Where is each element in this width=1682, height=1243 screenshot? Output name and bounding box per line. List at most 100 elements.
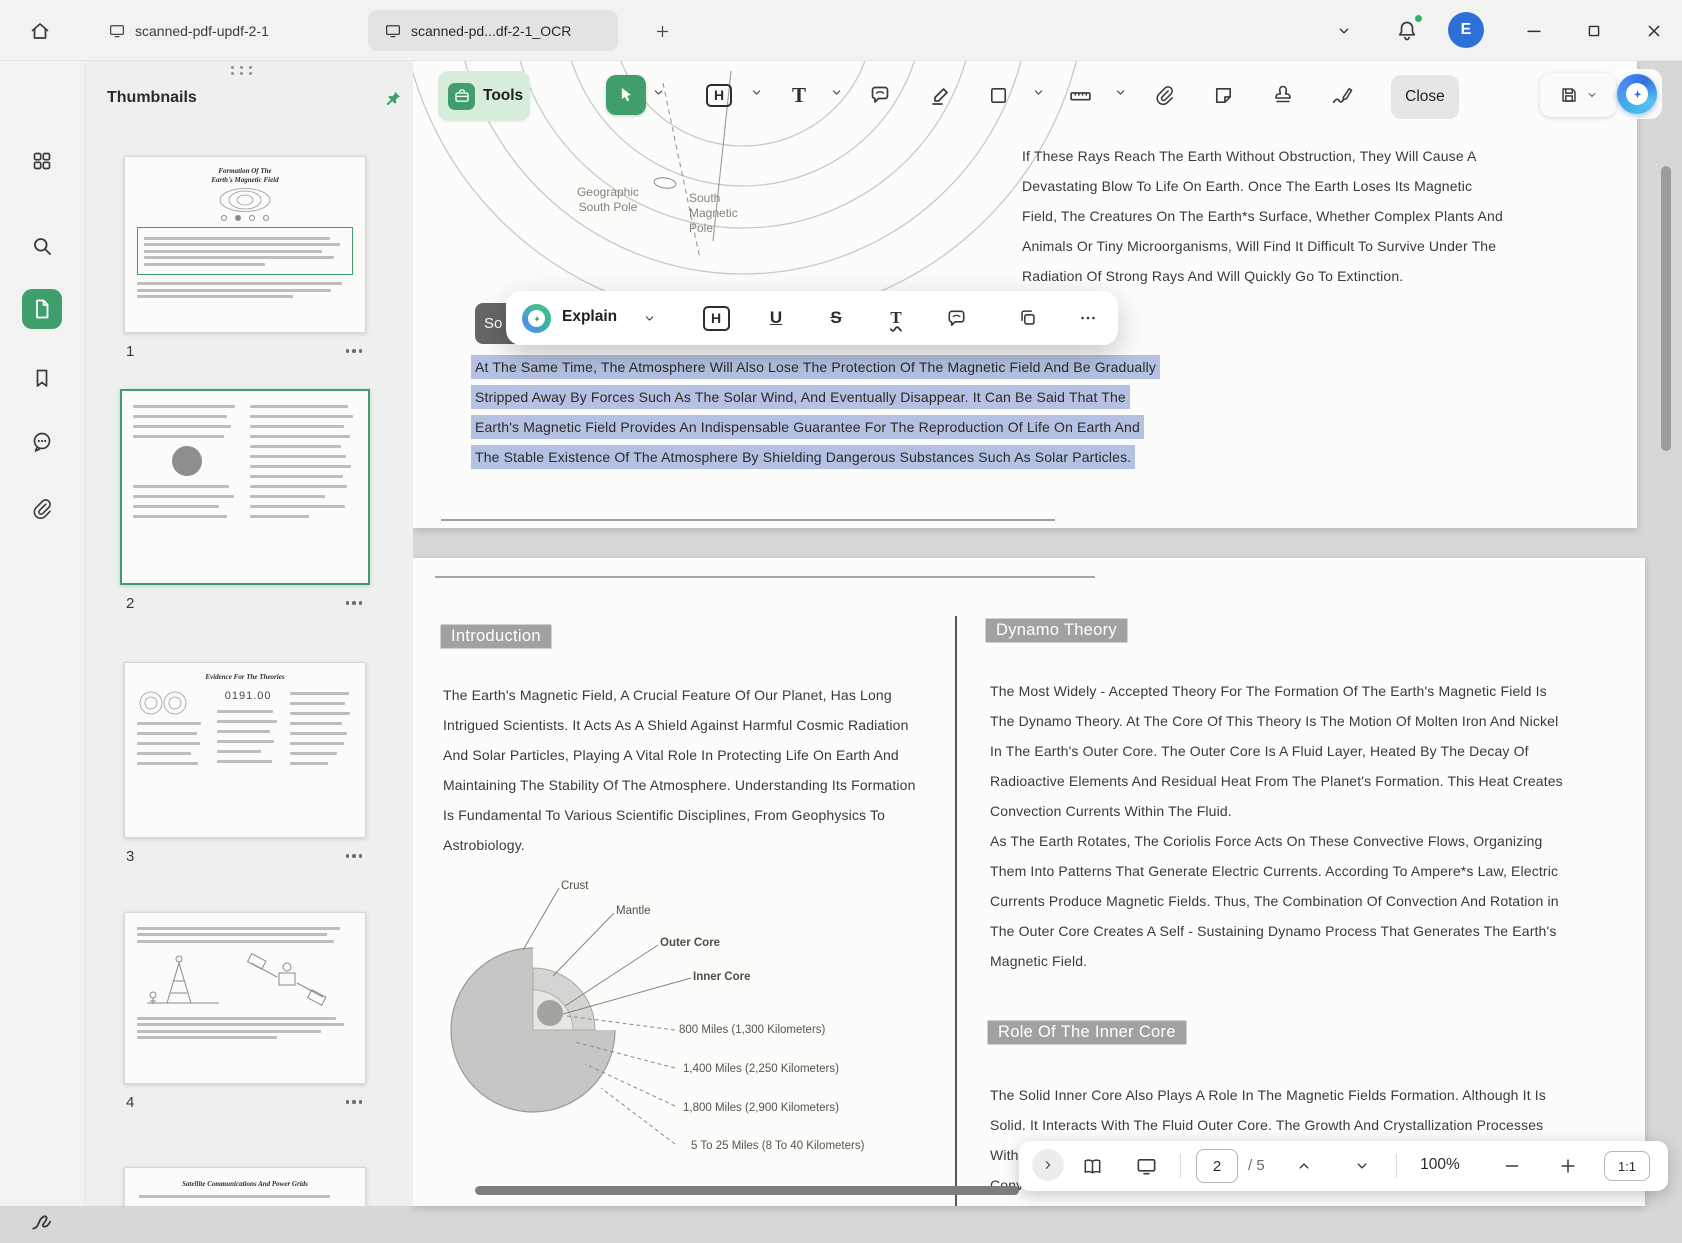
pole-label-south-magnetic: SouthMagneticPole <box>689 191 738 236</box>
thumbnail-page-4[interactable] <box>124 912 366 1084</box>
bookmarks-button[interactable] <box>20 356 64 400</box>
document-tab-1[interactable]: scanned-pdf-updf-2-1 <box>92 10 354 51</box>
underline-icon: U <box>770 308 782 328</box>
select-tool-button[interactable] <box>606 75 646 115</box>
page-thumbnails-button-active[interactable] <box>22 289 62 329</box>
home-button[interactable] <box>18 10 62 52</box>
chevron-down-icon <box>829 85 844 100</box>
zoom-out-button[interactable] <box>1496 1150 1528 1182</box>
screen-icon <box>1135 1155 1158 1178</box>
chevron-down-icon <box>749 85 764 100</box>
ocr-region-box <box>137 227 353 275</box>
sticker-tool-button[interactable] <box>1201 73 1245 117</box>
previous-page-button[interactable] <box>1288 1150 1320 1182</box>
squiggly-text-icon: T <box>890 308 901 328</box>
thumbnail-menu-button[interactable] <box>346 854 367 858</box>
close-button-label: Close <box>1405 88 1445 106</box>
shape-tool-button[interactable] <box>976 73 1020 117</box>
attachment-tool-button[interactable] <box>1142 73 1186 117</box>
toolbox-icon <box>448 83 475 110</box>
actual-size-button[interactable]: 1:1 <box>1604 1151 1650 1181</box>
new-tab-button[interactable] <box>648 17 676 45</box>
apps-grid-icon <box>30 149 54 173</box>
annotations-button[interactable] <box>20 420 64 464</box>
heading-tool-chevron[interactable] <box>748 84 764 100</box>
attachments-button[interactable] <box>20 487 64 531</box>
account-avatar[interactable]: E <box>1448 12 1484 48</box>
underline-tool-button[interactable]: U <box>758 300 794 336</box>
window-close-button[interactable] <box>1638 15 1670 47</box>
minimize-button[interactable] <box>1518 15 1550 47</box>
paperclip-icon <box>30 497 54 521</box>
squiggly-text-tool-button[interactable]: T <box>878 300 914 336</box>
explain-chevron[interactable] <box>638 307 660 329</box>
tools-button[interactable]: Tools <box>438 71 530 121</box>
copy-icon <box>1017 307 1039 329</box>
thumbnail-page-3[interactable]: Evidence For The Theories 0191.00 <box>124 662 366 838</box>
thumbnail-page-5[interactable]: Satellite Communications And Power Grids <box>124 1167 366 1206</box>
comment-bubble-icon <box>945 307 968 330</box>
thumbnails-panel: Thumbnails Formation Of TheEarth's Magne… <box>84 61 413 1206</box>
page-number: 2 <box>124 595 134 612</box>
copy-selection-button[interactable] <box>1010 300 1046 336</box>
page-number-input[interactable] <box>1196 1149 1238 1183</box>
thumbnail-menu-button[interactable] <box>346 1100 367 1104</box>
close-button[interactable]: Close <box>1391 75 1459 119</box>
comment-selection-button[interactable] <box>938 300 974 336</box>
vertical-scrollbar[interactable] <box>1661 166 1671 451</box>
next-page-button[interactable] <box>1346 1150 1378 1182</box>
section-heading-introduction: Introduction <box>440 624 552 649</box>
measure-tool-button[interactable] <box>1058 73 1102 117</box>
maximize-button[interactable] <box>1578 15 1610 47</box>
thumbnail-menu-button[interactable] <box>346 349 367 353</box>
selected-text-block: At The Same Time, The Atmosphere Will Al… <box>471 355 1160 475</box>
diagram-measurement: 800 Miles (1,300 Kilometers) <box>679 1024 825 1036</box>
introduction-paragraph: The Earth's Magnetic Field, A Crucial Fe… <box>443 680 916 860</box>
mini-tower-figure <box>137 951 229 1009</box>
reading-mode-button[interactable] <box>1076 1150 1108 1182</box>
save-icon[interactable] <box>1558 84 1580 106</box>
thumbnail-menu-button[interactable] <box>346 601 367 605</box>
search-button[interactable] <box>20 224 64 268</box>
text-tool-chevron[interactable] <box>828 84 844 100</box>
thumbnail-columns: 0191.00 <box>137 688 353 768</box>
chevron-down-icon[interactable] <box>1585 88 1599 102</box>
heading-tool-button[interactable]: H <box>697 73 741 117</box>
horizontal-scrollbar[interactable] <box>475 1186 1019 1195</box>
thumbnail-title: Satellite Communications And Power Grids <box>139 1180 351 1189</box>
thumbnail-figures-row <box>137 951 353 1009</box>
text-tool-button[interactable]: T <box>777 73 821 117</box>
strikethrough-tool-button[interactable]: S <box>818 300 854 336</box>
expand-panel-button[interactable] <box>1032 1149 1064 1181</box>
highlight-tool-button[interactable]: H <box>698 300 734 336</box>
stamp-tool-button[interactable] <box>1261 73 1305 117</box>
ai-sparkle-icon <box>1626 83 1648 105</box>
chevron-down-icon <box>651 85 666 100</box>
shape-tool-chevron[interactable] <box>1030 84 1046 100</box>
highlighter-tool-button[interactable] <box>919 73 963 117</box>
notifications-button[interactable] <box>1390 13 1424 47</box>
mini-field-figure <box>210 188 280 212</box>
zoom-in-button[interactable] <box>1552 1150 1584 1182</box>
document-tab-2-active[interactable]: scanned-pd...df-2-1_OCR <box>368 10 618 51</box>
ai-explain-icon[interactable] <box>522 304 551 333</box>
thumbnail-footer: 1 <box>124 341 366 361</box>
panel-drag-handle[interactable] <box>231 66 255 75</box>
thumbnail-title: Formation Of TheEarth's Magnetic Field <box>137 167 353 185</box>
ai-assistant-button[interactable] <box>1617 74 1657 114</box>
pin-panel-button[interactable] <box>379 85 407 113</box>
signature-tool-button[interactable] <box>1320 73 1364 117</box>
measure-tool-chevron[interactable] <box>1112 84 1128 100</box>
tab-label: scanned-pd...df-2-1_OCR <box>411 23 571 39</box>
comment-tool-button[interactable] <box>858 73 902 117</box>
more-dots-icon <box>1077 307 1099 329</box>
tab-label: scanned-pdf-updf-2-1 <box>135 23 269 39</box>
select-tool-chevron[interactable] <box>650 84 666 100</box>
more-selection-button[interactable] <box>1070 300 1106 336</box>
tabs-dropdown-button[interactable] <box>1330 17 1358 45</box>
explain-button[interactable]: Explain <box>562 308 617 326</box>
thumbnail-page-2-selected[interactable] <box>120 389 370 585</box>
presentation-mode-button[interactable] <box>1130 1150 1162 1182</box>
apps-grid-button[interactable] <box>20 139 64 183</box>
thumbnail-page-1[interactable]: Formation Of TheEarth's Magnetic Field <box>124 156 366 333</box>
